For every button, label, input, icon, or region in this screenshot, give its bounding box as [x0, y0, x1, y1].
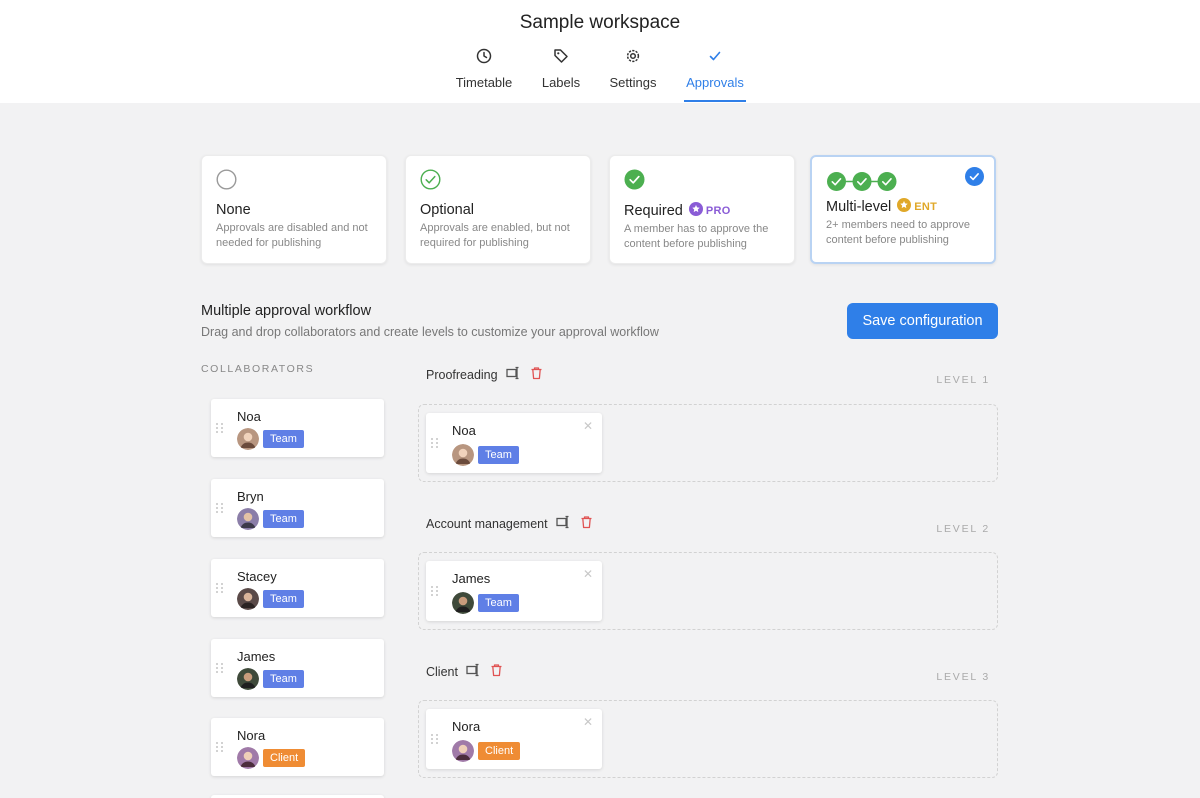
level-header: Account management	[426, 515, 593, 532]
tab-approvals[interactable]: Approvals	[684, 44, 746, 103]
drag-handle-icon[interactable]	[426, 561, 444, 621]
ent-badge: ENT	[897, 198, 937, 215]
collaborator-name: Bryn	[237, 489, 264, 504]
ent-star-icon	[897, 198, 912, 215]
collaborator-name: James	[237, 649, 276, 664]
empty-circle-icon	[216, 169, 237, 195]
pro-badge: PRO	[688, 202, 731, 219]
drag-handle-icon[interactable]	[211, 639, 229, 697]
tab-label: Settings	[609, 75, 657, 90]
role-tag: Team	[478, 446, 519, 464]
drag-handle-icon[interactable]	[426, 413, 444, 473]
level-name: Account management	[426, 516, 548, 531]
avatar	[237, 508, 259, 530]
drag-handle-icon[interactable]	[211, 399, 229, 457]
workflow-subtitle: Drag and drop collaborators and create l…	[201, 325, 659, 339]
level-name: Proofreading	[426, 367, 498, 382]
level-label: LEVEL 1	[936, 374, 990, 386]
level-member-card[interactable]: Noa Team ✕	[426, 413, 602, 473]
tab-label: Approvals	[686, 75, 744, 90]
role-tag: Client	[478, 742, 521, 760]
drag-handle-icon[interactable]	[211, 479, 229, 537]
collaborator-card[interactable]: Nora Client	[211, 718, 384, 776]
collaborator-card[interactable]: James Team	[211, 639, 384, 697]
collaborator-card[interactable]: Stacey Team	[211, 559, 384, 617]
tab-settings[interactable]: Settings	[605, 44, 661, 103]
collaborator-name: Stacey	[237, 569, 277, 584]
check-circle-filled-icon	[624, 169, 645, 195]
option-description: Approvals are disabled and not needed fo…	[216, 222, 368, 249]
option-title: None	[216, 202, 251, 218]
avatar	[237, 428, 259, 450]
role-tag: Team	[263, 670, 304, 688]
option-description: Approvals are enabled, but not required …	[420, 222, 570, 249]
tab-labels[interactable]: Labels	[536, 44, 586, 103]
option-description: 2+ members need to approve content befor…	[826, 219, 971, 246]
trash-icon[interactable]	[490, 663, 503, 680]
top-header: Sample workspace Timetable Labels Settin…	[0, 0, 1200, 103]
collaborator-card[interactable]: Noa Team	[211, 399, 384, 457]
collaborator-name: Nora	[237, 728, 266, 743]
tab-label: Timetable	[455, 75, 513, 90]
pro-star-icon	[688, 202, 703, 219]
remove-icon[interactable]: ✕	[583, 419, 593, 433]
drag-handle-icon[interactable]	[426, 709, 444, 769]
option-multi-level[interactable]: Multi-level ENT 2+ members need to appro…	[810, 155, 996, 264]
level-member-card[interactable]: Nora Client ✕	[426, 709, 602, 769]
drag-handle-icon[interactable]	[211, 718, 229, 776]
member-name: Noa	[452, 423, 476, 438]
avatar	[237, 668, 259, 690]
avatar	[452, 740, 474, 762]
option-none[interactable]: None Approvals are disabled and not need…	[201, 155, 387, 264]
drag-handle-icon[interactable]	[211, 559, 229, 617]
role-tag: Team	[263, 430, 304, 448]
collaborator-card[interactable]: Bryn Team	[211, 479, 384, 537]
remove-icon[interactable]: ✕	[583, 567, 593, 581]
remove-icon[interactable]: ✕	[583, 715, 593, 729]
role-tag: Team	[263, 590, 304, 608]
multi-check-icon	[826, 170, 981, 192]
clock-icon	[451, 44, 517, 66]
level-header: Proofreading	[426, 366, 543, 383]
tag-icon	[536, 44, 586, 66]
workflow-title: Multiple approval workflow	[201, 303, 372, 319]
role-tag: Team	[263, 510, 304, 528]
member-name: James	[452, 571, 491, 586]
avatar	[452, 592, 474, 614]
option-description: A member has to approve the content befo…	[624, 223, 769, 250]
avatar	[237, 747, 259, 769]
option-required[interactable]: Required PRO A member has to approve the…	[609, 155, 795, 264]
workspace-title: Sample workspace	[519, 12, 681, 33]
rename-icon[interactable]	[555, 515, 572, 532]
role-tag: Team	[478, 594, 519, 612]
tab-label: Labels	[541, 75, 581, 90]
role-tag: Client	[263, 749, 306, 767]
level-label: LEVEL 2	[936, 523, 990, 535]
collaborators-heading: COLLABORATORS	[201, 363, 315, 375]
level-label: LEVEL 3	[936, 671, 990, 683]
tab-timetable[interactable]: Timetable	[451, 44, 517, 103]
option-title: Optional	[420, 202, 475, 218]
collaborator-name: Noa	[237, 409, 261, 424]
selected-check-icon	[965, 167, 984, 191]
avatar	[237, 588, 259, 610]
level-name: Client	[426, 664, 458, 679]
rename-icon[interactable]	[505, 366, 522, 383]
option-optional[interactable]: Optional Approvals are enabled, but not …	[405, 155, 591, 264]
avatar	[452, 444, 474, 466]
member-name: Nora	[452, 719, 481, 734]
level-member-card[interactable]: James Team ✕	[426, 561, 602, 621]
option-title: Required	[624, 202, 683, 219]
level-header: Client	[426, 663, 503, 680]
gear-icon	[605, 44, 661, 66]
trash-icon[interactable]	[580, 515, 593, 532]
save-configuration-button[interactable]: Save configuration	[847, 303, 998, 339]
option-title: Multi-level	[826, 198, 892, 215]
active-tab-indicator	[684, 100, 746, 102]
check-icon	[684, 44, 746, 66]
check-circle-outline-icon	[420, 169, 441, 195]
rename-icon[interactable]	[466, 663, 482, 680]
trash-icon[interactable]	[530, 366, 543, 383]
